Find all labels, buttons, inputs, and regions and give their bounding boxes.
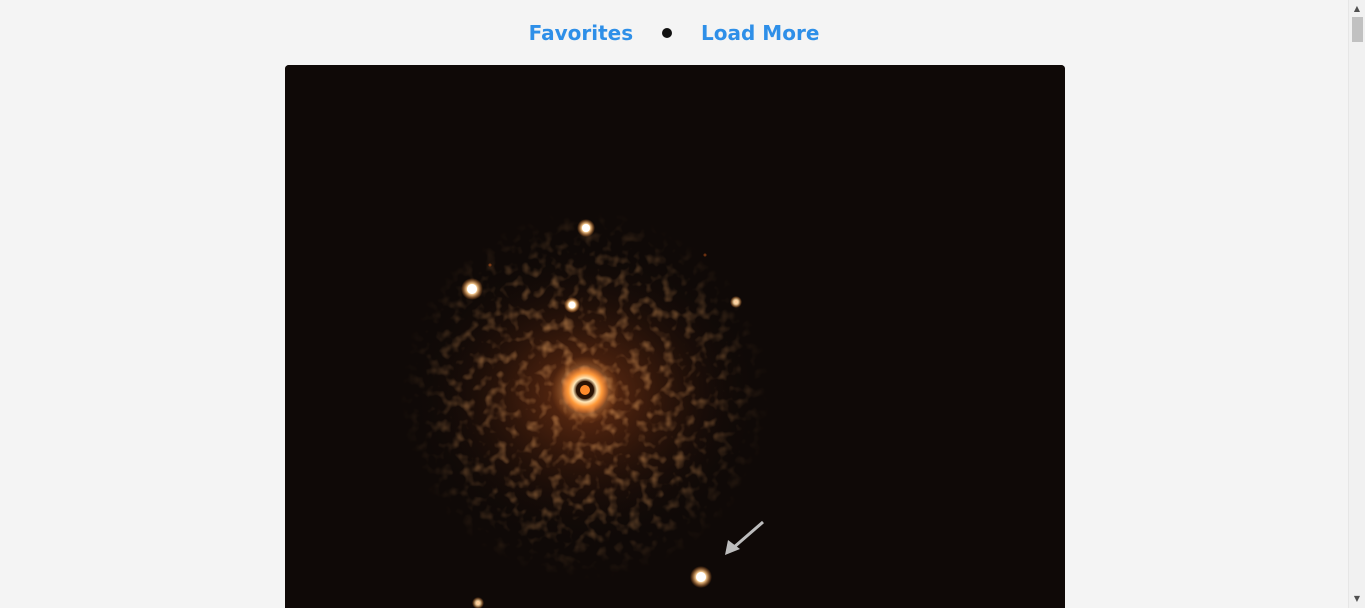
scrollbar-thumb[interactable] — [1352, 17, 1363, 42]
central-star — [551, 356, 619, 424]
load-more-link[interactable]: Load More — [701, 21, 819, 45]
triangle-up-icon[interactable]: ▲ — [1349, 2, 1365, 16]
bullet-separator-icon — [662, 27, 673, 38]
favorites-link[interactable]: Favorites — [529, 21, 634, 45]
page: Favorites Load More ▲ ▼ — [0, 0, 1365, 608]
space-photo — [285, 65, 1065, 608]
triangle-down-icon[interactable]: ▼ — [1349, 592, 1365, 606]
vertical-scrollbar[interactable]: ▲ ▼ — [1348, 0, 1365, 608]
photo-card[interactable] — [285, 65, 1065, 608]
top-nav: Favorites Load More — [0, 18, 1348, 48]
